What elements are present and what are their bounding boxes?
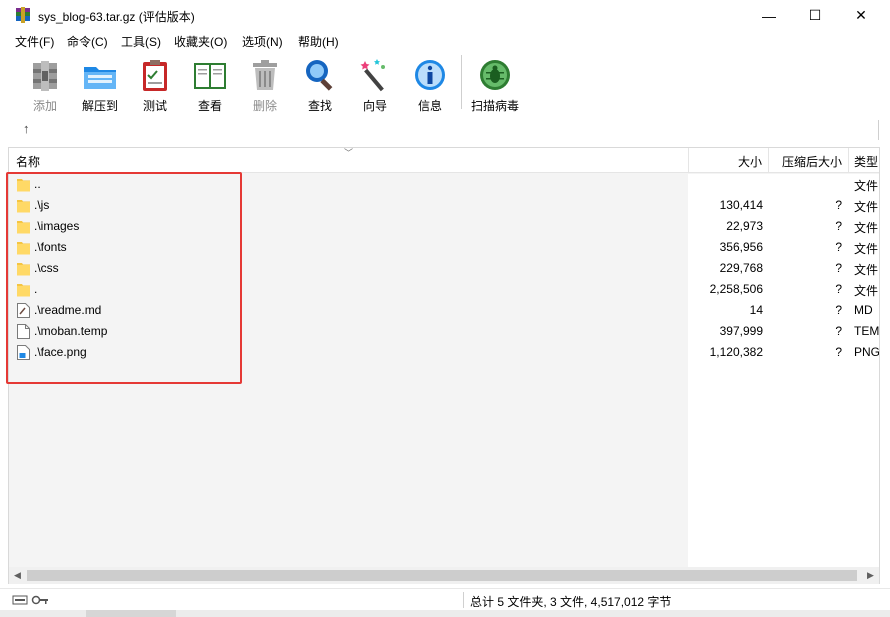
scrollbar-thumb[interactable]: [27, 570, 857, 581]
scroll-left-button[interactable]: ◀: [9, 567, 26, 584]
row-packed-size: ?: [835, 261, 842, 275]
highlight-annotation-box: [6, 172, 242, 384]
test-button[interactable]: 测试: [128, 55, 182, 113]
row-packed-size: ?: [835, 282, 842, 296]
row-packed-size: ?: [835, 324, 842, 338]
header-divider[interactable]: [688, 148, 689, 173]
row-size: 229,768: [719, 261, 763, 275]
row-type: 文件: [854, 242, 879, 256]
delete-trash-icon: [253, 60, 277, 90]
horizontal-scrollbar[interactable]: ◀ ▶: [9, 567, 879, 584]
wizard-wand-icon: [360, 59, 385, 92]
status-divider: [463, 592, 464, 608]
sort-chevron-down-icon: ﹀: [344, 148, 354, 158]
winrar-window: sys_blog-63.tar.gz (评估版本) — ☐ ✕ 文件(F) 命令…: [0, 0, 890, 617]
delete-button-label: 删除: [252, 99, 277, 113]
row-type: 文件: [854, 263, 879, 277]
window-title: sys_blog-63.tar.gz (评估版本): [38, 10, 195, 24]
column-packed-size[interactable]: 压缩后大小: [782, 153, 842, 170]
row-size: 2,258,506: [709, 282, 763, 296]
row-type: 文件: [854, 179, 879, 193]
menu-options[interactable]: 选项(N): [242, 33, 283, 50]
status-drive-key-icon[interactable]: [12, 593, 52, 607]
find-button[interactable]: 查找: [293, 55, 347, 113]
address-divider: [878, 120, 879, 140]
background-tab: [86, 610, 176, 617]
find-button-label: 查找: [307, 99, 332, 113]
column-size[interactable]: 大小: [738, 153, 762, 170]
scroll-left-icon: ◀: [14, 570, 21, 580]
menu-favorites[interactable]: 收藏夹(O): [174, 33, 227, 50]
column-type[interactable]: 类型: [854, 153, 878, 170]
row-type: 文件: [854, 284, 879, 298]
virus-scan-button[interactable]: 扫描病毒: [468, 55, 522, 113]
row-packed-size: ?: [835, 219, 842, 233]
row-packed-size: ?: [835, 345, 842, 359]
add-button[interactable]: 添加: [18, 55, 72, 113]
column-name[interactable]: 名称: [16, 153, 40, 170]
row-type: TEM: [854, 324, 880, 338]
menu-bar: 文件(F) 命令(C) 工具(S) 收藏夹(O) 选项(N) 帮助(H): [0, 31, 890, 51]
maximize-icon: ☐: [808, 7, 822, 23]
row-packed-size: ?: [835, 198, 842, 212]
find-magnifier-icon: [306, 60, 333, 91]
add-button-label: 添加: [32, 99, 57, 113]
extract-to-button-label: 解压到: [81, 99, 118, 113]
row-type: 文件: [854, 200, 879, 214]
row-size: 130,414: [719, 198, 763, 212]
wizard-button-label: 向导: [362, 99, 387, 113]
scroll-right-icon: ▶: [867, 570, 874, 580]
row-type: PNG: [854, 345, 880, 359]
menu-commands[interactable]: 命令(C): [67, 33, 108, 50]
add-archive-icon: [33, 61, 57, 91]
row-size: 356,956: [719, 240, 763, 254]
view-button[interactable]: 查看: [183, 55, 237, 113]
header-divider[interactable]: [768, 148, 769, 173]
title-bar: sys_blog-63.tar.gz (评估版本) — ☐ ✕: [0, 0, 890, 31]
info-button[interactable]: 信息: [403, 55, 457, 113]
extract-folder-icon: [84, 67, 116, 89]
row-type: 文件: [854, 221, 879, 235]
status-bar: 总计 5 文件夹, 3 文件, 4,517,012 字节: [0, 588, 890, 610]
row-size: 22,973: [726, 219, 763, 233]
test-button-label: 测试: [142, 99, 167, 113]
extract-to-button[interactable]: 解压到: [73, 55, 127, 113]
virus-scan-button-label: 扫描病毒: [470, 99, 519, 113]
scroll-right-button[interactable]: ▶: [862, 567, 879, 584]
row-size: 14: [749, 303, 763, 317]
row-type: MD: [854, 303, 873, 317]
toolbar: 添加 解压到 测试 查看 删除 查找 向导 信息 扫描病毒: [0, 51, 890, 116]
list-header: 名称 ﹀ 大小 压缩后大小 类型: [9, 148, 879, 173]
menu-file[interactable]: 文件(F): [15, 33, 54, 50]
info-icon: [415, 60, 445, 90]
up-arrow-icon[interactable]: ↑: [23, 121, 30, 136]
menu-tools[interactable]: 工具(S): [121, 33, 161, 50]
info-button-label: 信息: [417, 99, 442, 113]
minimize-icon: —: [762, 7, 776, 24]
close-button[interactable]: ✕: [838, 0, 884, 31]
test-clipboard-icon: [143, 60, 167, 91]
wizard-button[interactable]: 向导: [348, 55, 402, 113]
maximize-button[interactable]: ☐: [792, 0, 838, 31]
delete-button[interactable]: 删除: [238, 55, 292, 113]
winrar-app-icon: [16, 7, 30, 23]
virus-scan-icon: [480, 60, 510, 90]
row-packed-size: ?: [835, 303, 842, 317]
row-size: 1,120,382: [709, 345, 763, 359]
row-packed-size: ?: [835, 240, 842, 254]
status-summary: 总计 5 文件夹, 3 文件, 4,517,012 字节: [470, 595, 672, 609]
view-book-icon: [194, 63, 226, 89]
menu-help[interactable]: 帮助(H): [298, 33, 339, 50]
header-divider[interactable]: [848, 148, 849, 173]
toolbar-separator: [461, 55, 462, 109]
close-icon: ✕: [855, 7, 867, 23]
address-bar: ↑: [0, 116, 890, 144]
minimize-button[interactable]: —: [746, 0, 792, 31]
view-button-label: 查看: [197, 99, 222, 113]
row-size: 397,999: [719, 324, 763, 338]
